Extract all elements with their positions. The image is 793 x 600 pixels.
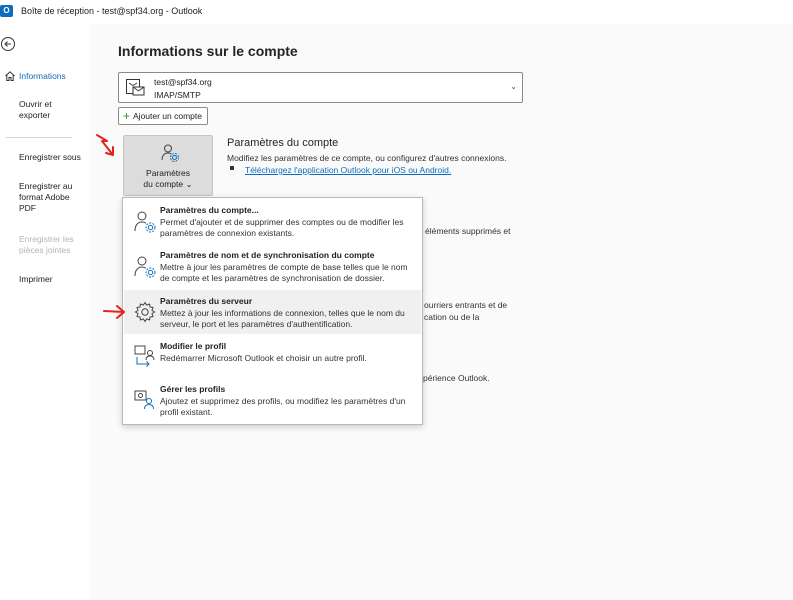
sidebar-item-print[interactable]: Imprimer	[19, 274, 89, 285]
back-arrow-icon[interactable]	[0, 36, 16, 52]
plus-icon: +	[123, 109, 131, 123]
title-bar: O Boîte de réception - test@spf34.org - …	[0, 0, 793, 24]
menu-item-title: Modifier le profil	[160, 341, 227, 351]
partial-text-1: éléments supprimés et	[425, 226, 511, 236]
account-selector[interactable]: test@spf34.org IMAP/SMTP ⌄	[118, 72, 523, 103]
section-description: Modifiez les paramètres de ce compte, ou…	[227, 153, 507, 163]
partial-text-4: périence Outlook.	[423, 373, 490, 383]
partial-text-2: ourriers entrants et de	[424, 300, 508, 310]
account-sync-icon	[134, 256, 156, 278]
annotation-arrow-icon	[103, 305, 125, 319]
sidebar-item-informations[interactable]: Informations	[19, 71, 89, 82]
home-icon	[5, 71, 15, 81]
menu-item-title: Paramètres du compte...	[160, 205, 259, 215]
account-settings-dropdown: Paramètres du compte... Permet d'ajouter…	[122, 197, 423, 425]
bullet-icon	[230, 166, 234, 170]
sidebar-item-open-export[interactable]: Ouvrir et exporter	[19, 99, 65, 121]
sidebar-item-save-as[interactable]: Enregistrer sous	[19, 152, 89, 163]
menu-item-name-sync-settings[interactable]: Paramètres de nom et de synchronisation …	[124, 245, 421, 288]
account-type: IMAP/SMTP	[154, 90, 201, 100]
outlook-logo-icon: O	[0, 5, 13, 17]
sidebar-divider	[6, 137, 72, 138]
sidebar-item-save-pdf[interactable]: Enregistrer au format Adobe PDF	[19, 181, 81, 214]
sidebar-item-save-attachments: Enregistrer les pièces jointes	[19, 234, 74, 255]
backstage-sidebar: Informations Ouvrir et exporter Enregist…	[0, 24, 90, 600]
menu-item-title: Paramètres de nom et de synchronisation …	[160, 250, 375, 260]
server-settings-gear-icon	[134, 301, 156, 323]
add-account-button[interactable]: + Ajouter un compte	[118, 107, 208, 125]
settings-tile-label: Paramètres du compte ⌄	[124, 168, 212, 190]
menu-item-account-settings[interactable]: Paramètres du compte... Permet d'ajouter…	[124, 200, 421, 243]
mail-account-icon	[126, 79, 145, 96]
chevron-down-icon: ⌄	[510, 82, 517, 91]
settings-tile-line1: Paramètres	[146, 168, 190, 178]
menu-item-change-profile[interactable]: Modifier le profil Redémarrer Microsoft …	[124, 336, 421, 374]
section-title: Paramètres du compte	[227, 137, 339, 149]
manage-profiles-icon	[134, 390, 154, 410]
menu-item-description: Ajoutez et supprimez des profils, ou mod…	[160, 396, 406, 417]
menu-item-description: Mettre à jour les paramètres de compte d…	[160, 262, 408, 283]
partial-text-3: cation ou de la	[424, 312, 480, 322]
account-settings-tile-button[interactable]: Paramètres du compte ⌄	[123, 135, 213, 196]
account-settings-icon	[161, 144, 179, 162]
change-profile-icon	[134, 345, 155, 367]
settings-tile-line2: du compte ⌄	[143, 179, 193, 189]
download-mobile-app-link[interactable]: Téléchargez l'application Outlook pour i…	[245, 165, 451, 175]
account-settings-icon	[134, 211, 156, 233]
window-title: Boîte de réception - test@spf34.org - Ou…	[21, 6, 203, 16]
account-email: test@spf34.org	[154, 77, 212, 87]
menu-item-description: Redémarrer Microsoft Outlook et choisir …	[160, 353, 367, 363]
menu-item-server-settings[interactable]: Paramètres du serveur Mettez à jour les …	[124, 290, 421, 334]
menu-item-description: Permet d'ajouter et de supprimer des com…	[160, 217, 404, 238]
menu-item-title: Gérer les profils	[160, 384, 226, 394]
menu-item-manage-profiles[interactable]: Gérer les profils Ajoutez et supprimez d…	[124, 378, 421, 422]
add-account-label: Ajouter un compte	[133, 111, 202, 121]
page-title: Informations sur le compte	[118, 43, 298, 59]
menu-item-title: Paramètres du serveur	[160, 296, 253, 306]
annotation-arrow-icon	[96, 134, 114, 156]
menu-item-description: Mettez à jour les informations de connex…	[160, 308, 405, 329]
